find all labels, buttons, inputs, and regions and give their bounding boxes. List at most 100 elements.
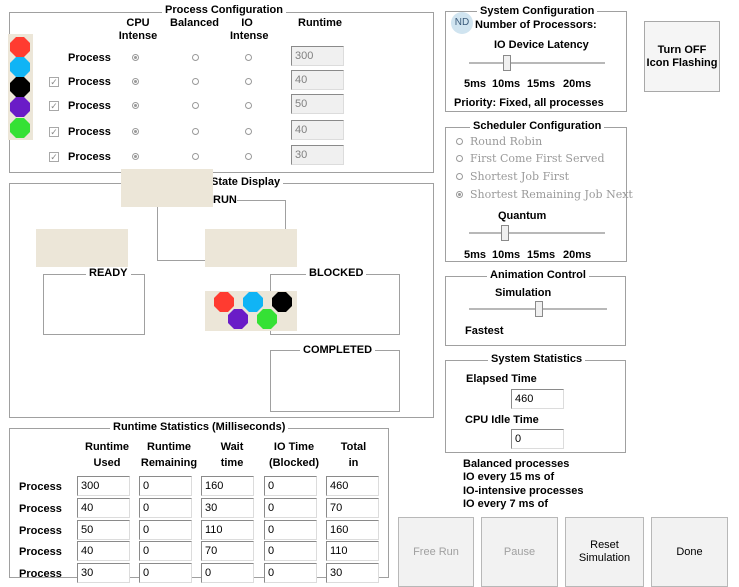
note-line-1: Balanced processes [463, 458, 570, 470]
scheduler-radio-3[interactable] [456, 173, 463, 180]
io-intense-radio-2[interactable] [245, 78, 252, 85]
system-config-title: System Configuration [477, 5, 598, 17]
runtime-cell-2-5: 70 [326, 498, 379, 518]
balanced-radio-3[interactable] [192, 102, 199, 109]
simulation-label: Simulation [495, 287, 552, 299]
io-latency-track [469, 62, 605, 65]
process-config-title: Process Configuration [162, 4, 286, 16]
runtime-cell-4-4: 0 [264, 541, 317, 561]
runtime-cell-5-5: 30 [326, 563, 379, 583]
col-balanced: Balanced [170, 17, 219, 29]
quantum-tick-4: 20ms [563, 249, 592, 261]
runtime-header-1-line1: Runtime [85, 441, 129, 453]
runtime-cell-5-3: 0 [201, 563, 254, 583]
runtime-cell-3-3: 110 [201, 520, 254, 540]
icon-flashing-button[interactable]: Turn OFF Icon Flashing [644, 21, 720, 92]
scheduler-option-label-3: Shortest Job First [470, 170, 570, 183]
process-icon-1 [10, 37, 30, 57]
quantum-slider[interactable] [501, 225, 509, 241]
run-line-right [285, 200, 286, 230]
runtime-header-5-line1: Total [340, 441, 367, 453]
cpu-intense-radio-5[interactable] [132, 153, 139, 160]
ready-slot [36, 229, 128, 267]
completed-box [270, 350, 400, 412]
io-intense-radio-4[interactable] [245, 128, 252, 135]
reset-simulation-button[interactable]: Reset Simulation [565, 517, 644, 587]
runtime-input-1[interactable]: 300 [291, 46, 344, 66]
runtime-cell-4-5: 110 [326, 541, 379, 561]
runtime-cell-3-2: 0 [139, 520, 192, 540]
done-button[interactable]: Done [651, 517, 728, 587]
runtime-row-label-1: Process [19, 481, 62, 493]
runtime-cell-3-1: 50 [77, 520, 130, 540]
state-display-title: State Display [208, 176, 284, 188]
runtime-cell-1-5: 460 [326, 476, 379, 496]
runtime-cell-1-2: 0 [139, 476, 192, 496]
runtime-cell-4-3: 70 [201, 541, 254, 561]
io-intense-radio-3[interactable] [245, 102, 252, 109]
cpu-intense-radio-1[interactable] [132, 54, 139, 61]
cpu-intense-radio-3[interactable] [132, 102, 139, 109]
run-line-top [237, 200, 286, 201]
note-line-2: IO every 15 ms of [463, 471, 555, 483]
elapsed-time-label: Elapsed Time [466, 373, 537, 385]
pause-button[interactable]: Pause [481, 517, 558, 587]
process-icon-5 [10, 118, 30, 138]
balanced-radio-1[interactable] [192, 54, 199, 61]
scheduler-title: Scheduler Configuration [470, 120, 605, 132]
fastest-label: Fastest [465, 325, 504, 337]
process-enable-checkbox-3[interactable]: ✓ [49, 101, 59, 111]
runtime-row-label-2: Process [19, 503, 62, 515]
blocked-process-icon-3 [272, 292, 292, 312]
process-enable-checkbox-4[interactable]: ✓ [49, 127, 59, 137]
runtime-header-4-line2: (Blocked) [268, 457, 320, 469]
run-line-left [157, 207, 158, 261]
io-intense-radio-5[interactable] [245, 153, 252, 160]
scheduler-option-label-2: First Come First Served [470, 152, 605, 165]
animation-title: Animation Control [487, 269, 589, 281]
blocked-process-icon-2 [243, 292, 263, 312]
runtime-input-2[interactable]: 40 [291, 70, 344, 90]
process-icon-4 [10, 97, 30, 117]
io-latency-label: IO Device Latency [494, 39, 589, 51]
user-avatar[interactable]: ND [451, 12, 473, 34]
io-latency-slider[interactable] [503, 55, 511, 71]
process-label-5: Process [68, 151, 111, 163]
cpu-intense-radio-4[interactable] [132, 128, 139, 135]
balanced-radio-2[interactable] [192, 78, 199, 85]
process-enable-checkbox-2[interactable]: ✓ [49, 77, 59, 87]
io-latency-tick-2: 10ms [492, 78, 521, 90]
blocked-label: BLOCKED [306, 267, 367, 279]
process-icon-3 [10, 77, 30, 97]
balanced-radio-5[interactable] [192, 153, 199, 160]
quantum-label: Quantum [498, 210, 547, 222]
io-intense-radio-1[interactable] [245, 54, 252, 61]
process-enable-checkbox-5[interactable]: ✓ [49, 152, 59, 162]
io-latency-tick-1: 5ms [464, 78, 487, 90]
process-config-group [9, 12, 434, 173]
quantum-tick-1: 5ms [464, 249, 487, 261]
col-io-intense: IO Intense [230, 17, 269, 42]
scheduler-radio-4[interactable] [456, 191, 463, 198]
runtime-input-5[interactable]: 30 [291, 145, 344, 165]
balanced-radio-4[interactable] [192, 128, 199, 135]
runtime-cell-1-1: 300 [77, 476, 130, 496]
blocked-process-icon-5 [257, 309, 277, 329]
scheduler-radio-1[interactable] [456, 138, 463, 145]
priority-label: Priority: Fixed, all processes [454, 97, 604, 109]
runtime-cell-5-1: 30 [77, 563, 130, 583]
ready-label: READY [86, 267, 131, 279]
runtime-header-4-line1: IO Time [273, 441, 315, 453]
scheduler-radio-2[interactable] [456, 155, 463, 162]
free-run-button[interactable]: Free Run [398, 517, 474, 587]
scheduler-option-label-4: Shortest Remaining Job Next [470, 188, 633, 201]
run-line-bottom [157, 260, 206, 261]
simulation-speed-slider[interactable] [535, 301, 543, 317]
io-latency-tick-4: 20ms [563, 78, 592, 90]
runtime-input-4[interactable]: 40 [291, 120, 344, 140]
blocked-process-icon-4 [228, 309, 248, 329]
quantum-track [469, 232, 605, 235]
runtime-input-3[interactable]: 50 [291, 94, 344, 114]
runtime-header-1-line2: Used [93, 457, 121, 469]
cpu-intense-radio-2[interactable] [132, 78, 139, 85]
